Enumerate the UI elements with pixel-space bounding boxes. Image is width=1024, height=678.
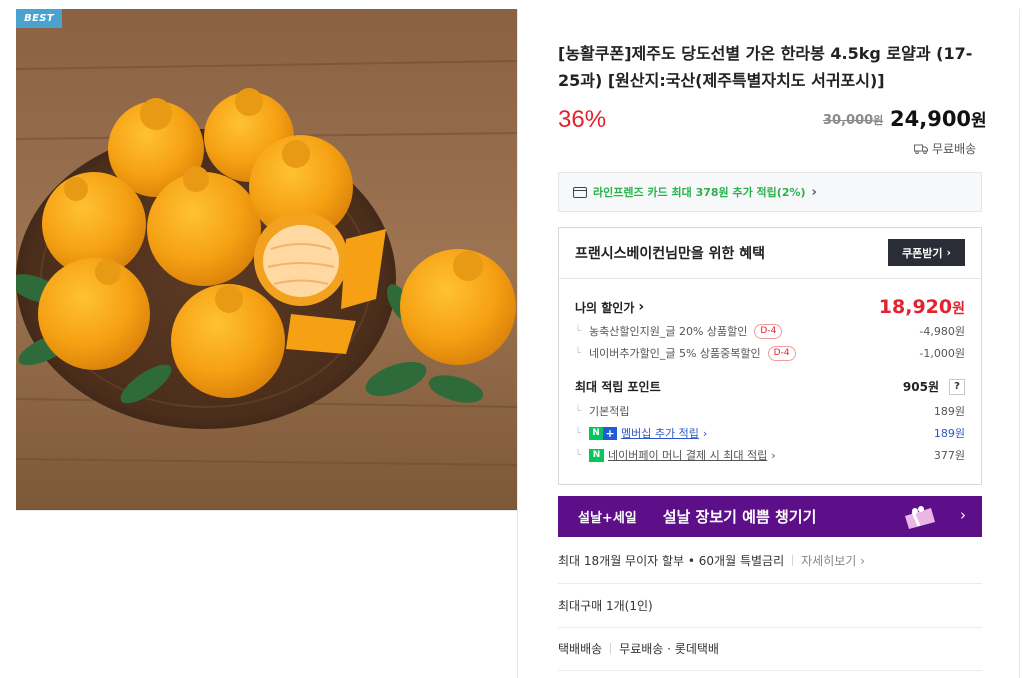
benefit-heading: 프랜시스베이컨님만을 위한 혜택	[575, 246, 766, 262]
my-price-label: 나의 할인가	[575, 300, 635, 315]
product-image[interactable]	[16, 9, 518, 511]
separator	[610, 643, 612, 654]
naver-pay-icon: N	[589, 448, 605, 462]
original-price-unit: 원	[873, 114, 884, 127]
tree-branch-icon: └	[575, 427, 582, 439]
original-price: 30,000원	[823, 112, 883, 128]
card-promo-text: 라인프렌즈 카드 최대 378원 추가 적립(2%)	[593, 186, 806, 199]
discount-amount: -1,000원	[919, 347, 965, 360]
banner-tag: 설날+세일	[578, 511, 637, 526]
panel-divider	[517, 9, 518, 678]
hallabong-photo	[16, 9, 518, 511]
delivery-value: 무료배송 · 롯데택배	[619, 642, 719, 656]
npay-link[interactable]: 네이버페이 머니 결제 시 최대 적립	[608, 447, 767, 463]
tree-branch-icon: └	[575, 405, 582, 417]
chevron-right-icon: ›	[771, 448, 776, 462]
truck-icon	[914, 144, 928, 154]
point-label: 기본적립	[589, 405, 630, 418]
plus-mark: +	[603, 426, 618, 440]
tree-branch-icon: └	[575, 325, 582, 337]
discount-label: 농축산할인지원_글 20% 상품할인	[589, 325, 748, 338]
divider	[558, 627, 982, 628]
point-row: └ 기본적립 189원	[575, 403, 965, 419]
point-row-membership[interactable]: └ N + 멤버십 추가 적립 › 189원	[575, 425, 965, 441]
discount-rate: 36%	[558, 106, 607, 133]
chevron-right-icon: ›	[811, 184, 817, 200]
my-price: 18,920원	[879, 296, 965, 318]
delivery-info: 택배배송 무료배송 · 롯데택배	[558, 640, 982, 657]
banner-text: 설날 장보기 예쁨 챙기기	[662, 508, 817, 526]
product-title: [농활쿠폰]제주도 당도선별 가온 한라봉 4.5kg 로얄과 (17-25과)…	[558, 44, 973, 90]
points-value: 905원	[902, 380, 939, 394]
panel-border-right	[1019, 9, 1020, 678]
point-row-npay[interactable]: └ N 네이버페이 머니 결제 시 최대 적립 › 377원	[575, 447, 965, 463]
best-badge: BEST	[16, 9, 62, 28]
coupon-button[interactable]: 쿠폰받기 ›	[888, 239, 965, 266]
divider	[558, 670, 982, 671]
chevron-right-icon: ›	[702, 426, 708, 440]
benefit-divider	[559, 278, 981, 279]
tree-branch-icon: └	[575, 449, 582, 461]
membership-link[interactable]: 멤버십 추가 적립	[621, 425, 699, 441]
installment-text: 최대 18개월 무이자 할부 • 60개월 특별금리	[558, 554, 785, 568]
chevron-right-icon: ›	[960, 506, 966, 524]
credit-card-icon	[573, 186, 587, 198]
d-day-badge: D-4	[767, 345, 796, 361]
delivery-label: 택배배송	[558, 642, 603, 656]
tree-branch-icon: └	[575, 347, 582, 359]
discount-row: └ 농축산할인지원_글 20% 상품할인 D-4 -4,980원	[575, 323, 965, 339]
help-icon[interactable]: ?	[949, 378, 965, 395]
d-day-badge: D-4	[754, 323, 783, 339]
naver-n-mark: N	[589, 426, 604, 440]
card-promo[interactable]: 라인프렌즈 카드 최대 378원 추가 적립(2%) ›	[558, 172, 982, 212]
discount-amount: -4,980원	[919, 325, 965, 338]
chevron-right-icon: ›	[638, 299, 645, 315]
my-price-value: 18,920	[878, 296, 953, 318]
gift-icon	[905, 506, 935, 529]
details-link[interactable]: 자세히보기 ›	[801, 552, 865, 569]
discount-row: └ 네이버추가할인_글 5% 상품중복할인 D-4 -1,000원	[575, 345, 965, 361]
max-purchase: 최대구매 1개(1인)	[558, 599, 653, 613]
shipping-info: 무료배송	[914, 140, 976, 157]
points-row: 최대 적립 포인트 905원?	[575, 378, 965, 395]
points-label: 최대 적립 포인트	[575, 380, 661, 394]
point-amount: 189원	[933, 427, 965, 440]
my-price-unit: 원	[952, 301, 965, 317]
divider	[558, 583, 982, 584]
sale-price: 24,900원	[890, 106, 987, 131]
point-amount: 377원	[933, 449, 965, 462]
chevron-right-icon: ›	[946, 246, 952, 259]
shipping-label: 무료배송	[932, 142, 977, 156]
benefit-panel: 프랜시스베이컨님만을 위한 혜택 쿠폰받기 › 나의 할인가 › 18,920원 …	[558, 227, 982, 485]
naver-plus-icon: N +	[589, 426, 618, 440]
discount-label: 네이버추가할인_글 5% 상품중복할인	[589, 347, 761, 360]
image-divider	[16, 510, 518, 511]
promo-banner[interactable]: 설날+세일 설날 장보기 예쁨 챙기기 ›	[558, 496, 982, 537]
sale-price-unit: 원	[971, 111, 987, 131]
point-amount: 189원	[933, 405, 965, 418]
installment-info: 최대 18개월 무이자 할부 • 60개월 특별금리 자세히보기 ›	[558, 552, 982, 569]
coupon-button-label: 쿠폰받기	[901, 246, 943, 260]
separator	[792, 555, 794, 566]
sale-price-value: 24,900	[890, 107, 972, 131]
original-price-value: 30,000	[823, 113, 874, 128]
my-price-row[interactable]: 나의 할인가 › 18,920원	[575, 296, 965, 318]
